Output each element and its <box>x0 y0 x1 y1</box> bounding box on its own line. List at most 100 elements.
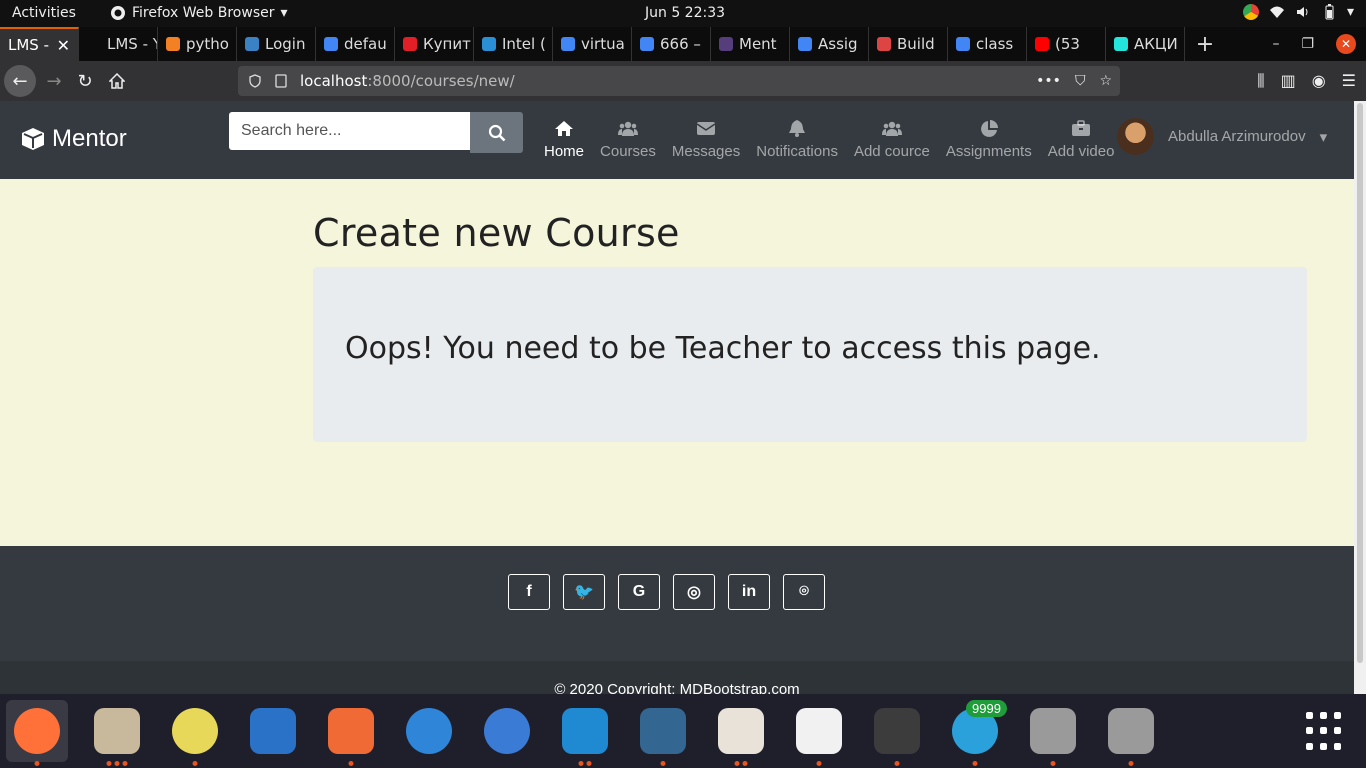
brand-name: Mentor <box>52 125 127 152</box>
browser-tab[interactable]: Купит <box>395 27 474 61</box>
new-tab-button[interactable]: + <box>1185 27 1225 61</box>
show-applications-icon[interactable] <box>1306 712 1346 752</box>
browser-tab[interactable]: Intel ( <box>474 27 553 61</box>
tab-favicon-icon <box>324 37 338 51</box>
library-icon[interactable]: ⫼ <box>1257 71 1264 91</box>
dock-software[interactable] <box>320 700 382 766</box>
power-menu-icon[interactable]: ▾ <box>1347 4 1354 20</box>
browser-tab[interactable]: Build <box>869 27 948 61</box>
tab-title: pytho <box>186 35 229 53</box>
main-menu: Home Courses Messages Notifications Add cour… <box>536 119 1122 160</box>
google-icon: G <box>632 583 646 600</box>
browser-tab[interactable]: defau <box>316 27 395 61</box>
arrow-right-icon: → <box>46 70 62 92</box>
chrome-indicator-icon[interactable] <box>1242 4 1259 20</box>
more-actions-icon[interactable]: ••• <box>1036 73 1061 89</box>
search-input[interactable] <box>229 112 470 150</box>
browser-tab[interactable]: LMS - ✕ <box>0 27 79 61</box>
dock-help[interactable] <box>398 700 460 762</box>
hamburger-menu-icon[interactable]: ☰ <box>1342 71 1356 91</box>
shield-icon[interactable] <box>248 74 262 88</box>
nav-item-messages[interactable]: Messages <box>664 119 748 160</box>
dock-disk-2[interactable] <box>1100 700 1162 766</box>
dock-document-viewer[interactable] <box>710 700 772 766</box>
account-icon[interactable]: ◉ <box>1312 71 1326 91</box>
nav-item-label: Assignments <box>945 143 1032 160</box>
instagram-button[interactable]: ◎ <box>673 574 715 610</box>
rhythmbox-icon <box>172 708 218 754</box>
brand-link[interactable]: Mentor <box>20 125 127 153</box>
dock-terminal[interactable] <box>866 700 928 766</box>
system-tray[interactable]: ▾ <box>1242 4 1354 20</box>
dock-files[interactable] <box>86 700 148 766</box>
app-menu[interactable]: Firefox Web Browser ▾ <box>110 5 288 21</box>
arrow-left-icon: ← <box>12 70 28 92</box>
page-scrollbar[interactable] <box>1354 101 1366 694</box>
github-icon: ⌾ <box>799 583 809 600</box>
browser-tab[interactable]: pytho <box>158 27 237 61</box>
sidebar-icon[interactable]: ▥ <box>1281 71 1296 91</box>
browser-toolbar: ← → ↻ localhost:8000/courses/new/ ••• ⛉ … <box>0 61 1366 101</box>
browser-tab[interactable]: Assig <box>790 27 869 61</box>
browser-tab[interactable]: Ment <box>711 27 790 61</box>
bookmark-star-icon[interactable]: ☆ <box>1099 73 1112 89</box>
twitter-button[interactable]: 🐦 <box>563 574 605 610</box>
instagram-icon: ◎ <box>687 584 701 601</box>
browser-tab[interactable]: АКЦИ <box>1106 27 1185 61</box>
google-button[interactable]: G <box>618 574 660 610</box>
nav-item-courses[interactable]: Courses <box>592 119 664 160</box>
window-close-icon[interactable]: ✕ <box>1336 34 1356 54</box>
search-button[interactable] <box>470 112 523 153</box>
github-button[interactable]: ⌾ <box>783 574 825 610</box>
back-button[interactable]: ← <box>4 65 36 97</box>
url-text[interactable]: localhost:8000/courses/new/ <box>300 72 515 90</box>
window-controls: – ❐ ✕ <box>1272 27 1356 61</box>
tab-close-icon[interactable]: ✕ <box>57 36 70 55</box>
activities-button[interactable]: Activities <box>12 5 76 21</box>
avatar[interactable] <box>1117 118 1154 155</box>
dock-rhythmbox[interactable] <box>164 700 226 766</box>
wifi-icon[interactable] <box>1269 4 1285 20</box>
maximize-icon[interactable]: ❐ <box>1301 36 1314 52</box>
reload-button[interactable]: ↻ <box>71 67 99 95</box>
minimize-icon[interactable]: – <box>1272 36 1279 52</box>
linkedin-icon: in <box>741 583 757 600</box>
nav-item-label: Notifications <box>756 143 838 160</box>
url-bar[interactable]: localhost:8000/courses/new/ ••• ⛉ ☆ <box>238 66 1120 96</box>
battery-icon[interactable] <box>1321 4 1337 20</box>
pocket-icon[interactable]: ⛉ <box>1075 73 1086 89</box>
facebook-button[interactable]: f <box>508 574 550 610</box>
browser-tab[interactable]: class <box>948 27 1027 61</box>
running-indicator <box>816 761 822 766</box>
browser-tab[interactable]: virtua <box>553 27 632 61</box>
tab-title: Assig <box>818 35 858 53</box>
dock-vscode[interactable] <box>554 700 616 766</box>
linkedin-button[interactable]: in <box>728 574 770 610</box>
nav-item-home[interactable]: Home <box>536 119 592 160</box>
scrollbar-thumb[interactable] <box>1357 103 1363 663</box>
dock-disk-1[interactable] <box>1022 700 1084 766</box>
browser-tab[interactable]: LMS - Ya <box>79 27 158 61</box>
site-footer: f 🐦 G ◎ in ⌾ © 2020 Copyright: MDBootstrap.co… <box>0 546 1354 694</box>
dock-thunderbird[interactable] <box>476 700 538 762</box>
nav-item-notifications[interactable]: Notifications <box>748 119 846 160</box>
browser-tab[interactable]: 666 – <box>632 27 711 61</box>
dock-pgadmin[interactable] <box>632 700 694 766</box>
forward-button[interactable]: → <box>40 67 68 95</box>
nav-item-add-video[interactable]: Add video <box>1040 119 1123 160</box>
home-button[interactable] <box>103 67 131 95</box>
url-actions: ••• ⛉ ☆ <box>1036 73 1112 89</box>
browser-tab[interactable]: (53 <box>1027 27 1106 61</box>
volume-icon[interactable] <box>1295 4 1311 20</box>
dock-libreoffice-writer[interactable] <box>242 700 304 762</box>
browser-tab[interactable]: Login <box>237 27 316 61</box>
clock[interactable]: Jun 5 22:33 <box>645 5 725 21</box>
dock-telegram[interactable]: 9999 <box>944 700 1007 766</box>
terminal-icon <box>874 708 920 754</box>
user-dropdown[interactable]: Abdulla Arzimurodov ▾ <box>1117 118 1327 155</box>
dock-firefox[interactable] <box>6 700 68 766</box>
page-info-icon[interactable] <box>274 74 288 88</box>
nav-item-add-cource[interactable]: Add cource <box>846 119 938 160</box>
nav-item-assignments[interactable]: Assignments <box>938 119 1040 160</box>
dock-text-editor[interactable] <box>788 700 850 766</box>
